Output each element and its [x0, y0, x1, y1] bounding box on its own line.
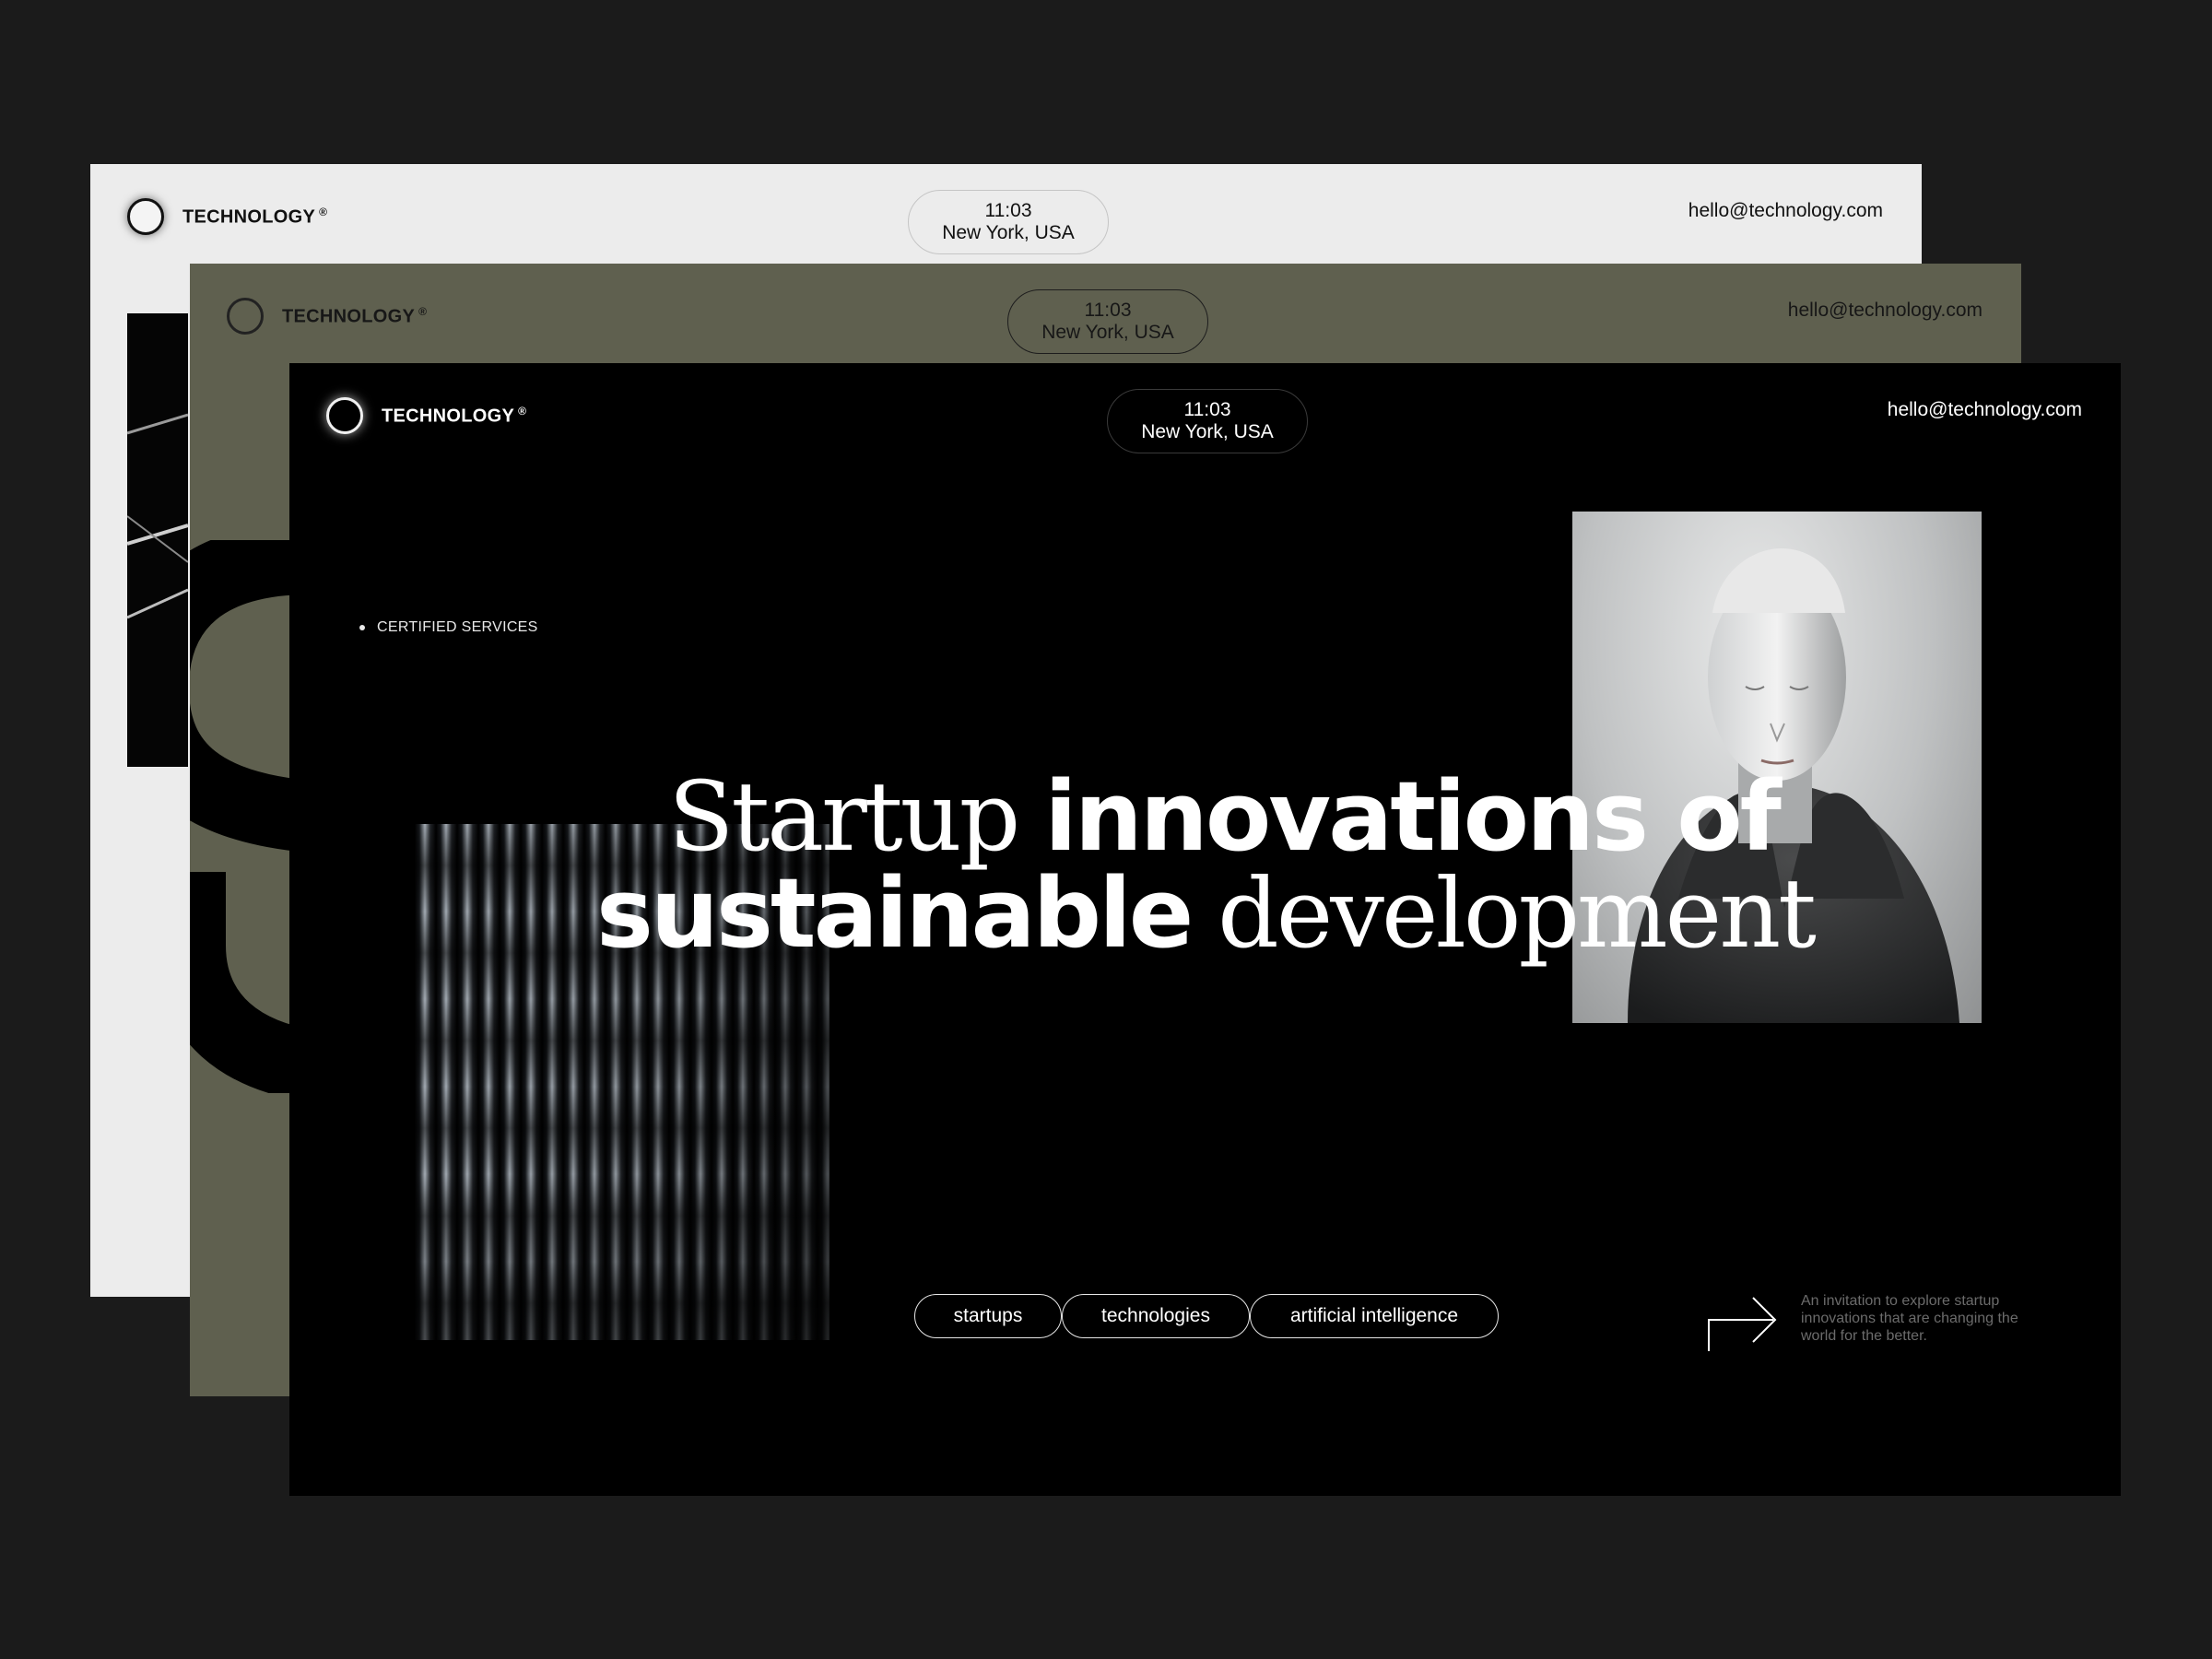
headline-innovations: innovations of — [1044, 760, 1782, 873]
clock-location: New York, USA — [1041, 322, 1174, 343]
headline-startup: Startup — [668, 760, 1020, 873]
registered-mark: ® — [319, 205, 328, 218]
logo[interactable]: TECHNOLOGY ® — [326, 397, 526, 434]
clock-pill: 11:03 New York, USA — [1107, 389, 1308, 453]
certified-text: CERTIFIED SERVICES — [377, 619, 538, 635]
arrow-right-icon[interactable] — [1705, 1294, 1779, 1353]
clock-location: New York, USA — [1141, 421, 1274, 442]
registered-mark: ® — [518, 404, 527, 418]
clock-pill: 11:03 New York, USA — [908, 190, 1109, 254]
light-rays-image — [127, 313, 188, 767]
registered-mark: ® — [418, 304, 428, 318]
contact-email-link[interactable]: hello@technology.com — [1788, 300, 1983, 322]
clock-location: New York, USA — [942, 222, 1075, 243]
clock-time: 11:03 — [1183, 399, 1231, 420]
logo-ring-icon — [326, 397, 363, 434]
logo[interactable]: TECHNOLOGY ® — [127, 198, 327, 235]
logo[interactable]: TECHNOLOGY ® — [227, 298, 427, 335]
tag-technologies[interactable]: technologies — [1062, 1294, 1250, 1338]
tag-list: startups technologies artificial intelli… — [914, 1294, 1499, 1338]
logo-ring-icon — [227, 298, 264, 335]
headline-development: development — [1218, 857, 1817, 970]
clock-time: 11:03 — [984, 200, 1032, 221]
clock-time: 11:03 — [1084, 300, 1132, 321]
clock-pill: 11:03 New York, USA — [1007, 289, 1208, 354]
brand-name: TECHNOLOGY — [282, 306, 416, 327]
headline-sustainable: sustainable — [596, 857, 1194, 970]
tag-artificial-intelligence[interactable]: artificial intelligence — [1250, 1294, 1499, 1338]
contact-email-link[interactable]: hello@technology.com — [1888, 399, 2082, 421]
bullet-dot — [359, 625, 365, 630]
brand-name: TECHNOLOGY — [182, 206, 316, 228]
logo-ring-icon — [127, 198, 164, 235]
slide-dark: TECHNOLOGY ® 11:03 New York, USA hello@te… — [289, 363, 2121, 1496]
brand-name: TECHNOLOGY — [382, 406, 515, 427]
certified-label: CERTIFIED SERVICES — [359, 619, 538, 636]
tag-startups[interactable]: startups — [914, 1294, 1062, 1338]
contact-email-link[interactable]: hello@technology.com — [1688, 200, 1883, 222]
hero-headline: Startup innovations of sustainable devel… — [289, 769, 2121, 962]
invitation-text: An invitation to explore startup innovat… — [1801, 1293, 2018, 1344]
